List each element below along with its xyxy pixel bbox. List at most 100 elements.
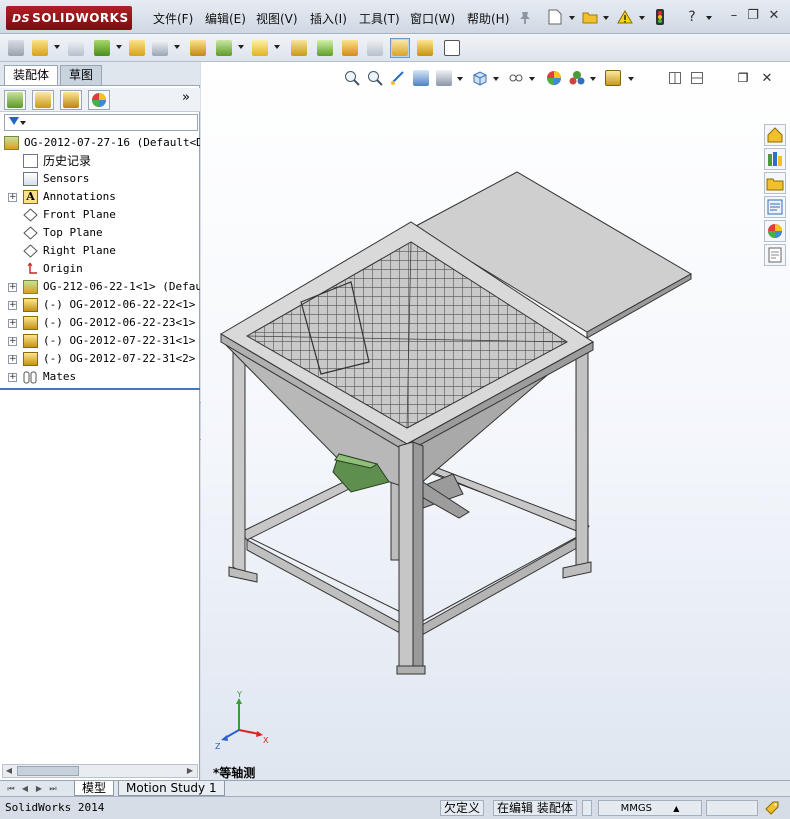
- menu-view[interactable]: 视图(V): [256, 10, 298, 27]
- first-tab-icon[interactable]: ⏮: [6, 784, 16, 794]
- app-version-label: SolidWorks 2014: [5, 801, 105, 814]
- display-manager-tab-icon[interactable]: [88, 90, 110, 110]
- tree-node-part[interactable]: + (-) OG-2012-06-22-23<1> (D: [0, 314, 200, 332]
- plane-icon: [23, 226, 38, 240]
- expand-icon[interactable]: +: [8, 355, 17, 364]
- restore-icon[interactable]: ❐: [744, 8, 762, 24]
- tab-assembly[interactable]: 装配体: [4, 65, 59, 85]
- tree-node-part[interactable]: + (-) OG-2012-07-22-31<2> (D: [0, 350, 200, 368]
- rebuild-tag-icon[interactable]: [764, 800, 780, 819]
- property-manager-tab-icon[interactable]: [32, 90, 54, 110]
- tree-node-part[interactable]: + (-) OG-2012-06-22-22<1> (D: [0, 296, 200, 314]
- tree-node-annotations[interactable]: + A Annotations: [0, 188, 200, 206]
- tree-separator[interactable]: [0, 388, 200, 390]
- tab-sketch[interactable]: 草图: [60, 65, 103, 85]
- minimize-icon[interactable]: –: [725, 8, 743, 24]
- tree-node-right-plane[interactable]: Right Plane: [0, 242, 200, 260]
- instant3d-icon[interactable]: [442, 38, 462, 58]
- tree-node-origin[interactable]: Origin: [0, 260, 200, 278]
- tree-node-root-assembly[interactable]: OG-2012-07-27-16 (Default<Di: [0, 134, 200, 152]
- pin-icon[interactable]: [515, 8, 535, 26]
- move-component-icon[interactable]: [127, 38, 147, 58]
- expand-icon[interactable]: +: [8, 301, 17, 310]
- mate-dropdown-arrow[interactable]: [54, 45, 60, 49]
- tree-node-mates[interactable]: + Mates: [0, 368, 200, 386]
- more-tabs-arrows[interactable]: »: [182, 90, 190, 105]
- status-blank: [706, 800, 758, 816]
- new-dropdown-arrow[interactable]: [569, 16, 575, 20]
- expand-icon[interactable]: +: [8, 319, 17, 328]
- solidworks-logo[interactable]: DS SOLIDWORKS: [6, 6, 132, 30]
- feature-tree: OG-2012-07-27-16 (Default<Di 历史记录 Sensor…: [0, 134, 200, 388]
- tree-node-subassembly[interactable]: + OG-212-06-22-1<1> (Default: [0, 278, 200, 296]
- graphics-area[interactable]: ❐ ✕ Y X Z *等轴测: [201, 62, 790, 780]
- tab-model[interactable]: 模型: [74, 781, 115, 796]
- assembly-features-icon[interactable]: [188, 38, 208, 58]
- assembly-icon: [4, 136, 19, 150]
- smart-fasteners-icon[interactable]: [92, 38, 112, 58]
- help-dropdown-arrow[interactable]: [706, 16, 712, 20]
- open-dropdown-arrow[interactable]: [603, 16, 609, 20]
- feature-manager-tab-icon[interactable]: [4, 90, 26, 110]
- reference-geometry-icon[interactable]: [214, 38, 234, 58]
- menu-edit[interactable]: 编辑(E): [205, 10, 246, 27]
- prev-tab-icon[interactable]: ◀: [20, 784, 30, 794]
- expand-icon[interactable]: +: [8, 193, 17, 202]
- warning-dropdown-arrow[interactable]: [639, 16, 645, 20]
- interference-detection-icon[interactable]: [365, 38, 385, 58]
- hopper-model-rendering[interactable]: [201, 62, 790, 780]
- menu-file[interactable]: 文件(F): [153, 10, 193, 27]
- subassembly-icon: [23, 280, 38, 294]
- tab-motion-study[interactable]: Motion Study 1: [118, 781, 225, 796]
- warning-icon[interactable]: [615, 8, 635, 26]
- scroll-right-icon[interactable]: ▶: [185, 766, 195, 776]
- motion-dropdown-arrow[interactable]: [274, 45, 280, 49]
- bill-of-materials-icon[interactable]: [289, 38, 309, 58]
- last-tab-icon[interactable]: ⏭: [48, 784, 58, 794]
- explode-line-sketch-icon[interactable]: [340, 38, 360, 58]
- expand-icon[interactable]: +: [8, 283, 17, 292]
- tree-node-top-plane[interactable]: Top Plane: [0, 224, 200, 242]
- tree-filter-field[interactable]: [4, 114, 198, 131]
- configuration-manager-tab-icon[interactable]: [60, 90, 82, 110]
- horizontal-scrollbar[interactable]: ◀ ▶: [2, 764, 198, 778]
- reference-triad[interactable]: Y X Z: [213, 690, 273, 750]
- scroll-left-icon[interactable]: ◀: [4, 766, 14, 776]
- exploded-view-icon[interactable]: [315, 38, 335, 58]
- linear-pattern-icon[interactable]: [66, 38, 86, 58]
- tree-node-label: Right Plane: [43, 244, 116, 257]
- show-hidden-icon[interactable]: [150, 38, 170, 58]
- unit-system-selector[interactable]: MMGS ▲: [598, 800, 702, 816]
- tree-node-part[interactable]: + (-) OG-2012-07-22-31<1> (D: [0, 332, 200, 350]
- insert-components-icon[interactable]: [6, 38, 26, 58]
- close-icon[interactable]: ✕: [765, 8, 783, 24]
- menu-tools[interactable]: 工具(T): [359, 10, 400, 27]
- scrollbar-thumb[interactable]: [17, 766, 79, 776]
- part-icon: [23, 334, 38, 348]
- filter-dropdown-arrow[interactable]: [20, 121, 26, 125]
- new-document-icon[interactable]: [545, 8, 565, 26]
- open-folder-icon[interactable]: [580, 8, 600, 26]
- tree-node-front-plane[interactable]: Front Plane: [0, 206, 200, 224]
- tree-node-sensors[interactable]: Sensors: [0, 170, 200, 188]
- expand-icon[interactable]: +: [8, 373, 17, 382]
- mate-icon[interactable]: [30, 38, 50, 58]
- panel-icon-row: »: [0, 88, 200, 112]
- new-motion-study-icon[interactable]: [250, 38, 270, 58]
- filter-icon[interactable]: [9, 117, 19, 125]
- show-hidden-dropdown-arrow[interactable]: [174, 45, 180, 49]
- fasteners-dropdown-arrow[interactable]: [116, 45, 122, 49]
- history-icon: [23, 154, 38, 168]
- menu-insert[interactable]: 插入(I): [310, 10, 347, 27]
- clearance-verification-icon[interactable]: [390, 38, 410, 58]
- menu-window[interactable]: 窗口(W): [410, 10, 455, 27]
- reference-dropdown-arrow[interactable]: [238, 45, 244, 49]
- next-tab-icon[interactable]: ▶: [34, 784, 44, 794]
- traffic-light-icon[interactable]: [650, 8, 670, 26]
- hole-alignment-icon[interactable]: [415, 38, 435, 58]
- unit-system-label: MMGS: [620, 803, 652, 814]
- tree-node-history[interactable]: 历史记录: [0, 152, 200, 170]
- expand-icon[interactable]: +: [8, 337, 17, 346]
- help-icon[interactable]: ?: [682, 8, 702, 26]
- menu-help[interactable]: 帮助(H): [467, 10, 509, 27]
